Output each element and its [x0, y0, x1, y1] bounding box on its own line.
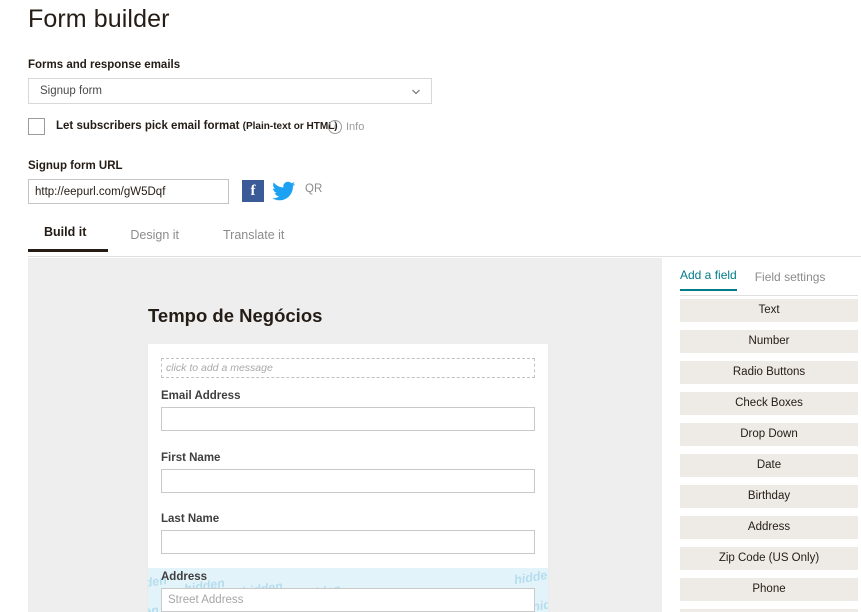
forms-select-value: Signup form	[40, 85, 103, 97]
field-type-birthday[interactable]: Birthday	[680, 485, 858, 508]
forms-select[interactable]: Signup form	[28, 78, 432, 104]
field-type-date[interactable]: Date	[680, 454, 858, 477]
twitter-icon[interactable]	[272, 179, 296, 203]
sidebar-tabs-divider	[680, 295, 858, 296]
signup-url-label: Signup form URL	[28, 160, 123, 172]
form-field-email-label: Email Address	[161, 390, 241, 402]
form-field-last-name-input[interactable]	[161, 530, 535, 554]
field-type-list: Text Number Radio Buttons Check Boxes Dr…	[680, 299, 858, 612]
tab-build-it[interactable]: Build it	[28, 225, 109, 252]
form-field-email: Email Address	[161, 390, 535, 431]
sidebar-tab-add-a-field[interactable]: Add a field	[680, 268, 737, 291]
field-type-text[interactable]: Text	[680, 299, 858, 322]
tab-translate-it[interactable]: Translate it	[201, 228, 306, 252]
main-tabs: Build it Design it Translate it	[28, 225, 306, 252]
field-type-address[interactable]: Address	[680, 516, 858, 539]
form-field-first-name-label: First Name	[161, 452, 221, 464]
field-type-phone[interactable]: Phone	[680, 578, 858, 601]
sidebar-tab-field-settings[interactable]: Field settings	[755, 270, 826, 291]
field-type-zip-code[interactable]: Zip Code (US Only)	[680, 547, 858, 570]
form-field-first-name-input[interactable]	[161, 469, 535, 493]
field-type-check-boxes[interactable]: Check Boxes	[680, 392, 858, 415]
form-field-last-name: Last Name	[161, 513, 535, 554]
field-sidebar: Add a field Field settings Text Number R…	[662, 258, 861, 612]
facebook-icon[interactable]: f	[242, 180, 264, 202]
email-format-label: Let subscribers pick email format (Plain…	[56, 120, 338, 132]
form-field-address-label: Address	[161, 571, 208, 583]
page-title: Form builder	[28, 5, 170, 33]
info-circle-icon: i	[328, 120, 342, 134]
signup-url-input[interactable]	[28, 179, 229, 204]
form-message-placeholder[interactable]: click to add a message	[161, 358, 535, 378]
hidden-watermark: hidden	[148, 603, 160, 612]
form-field-email-input[interactable]	[161, 407, 535, 431]
form-preview-panel: Tempo de Negócios click to add a message…	[28, 258, 662, 612]
sidebar-tabs: Add a field Field settings	[680, 268, 825, 291]
form-field-last-name-label: Last Name	[161, 513, 220, 525]
tab-design-it[interactable]: Design it	[108, 228, 201, 252]
form-field-address-input[interactable]	[161, 588, 535, 612]
email-format-checkbox[interactable]	[28, 118, 45, 135]
chevron-down-icon	[412, 88, 420, 96]
email-format-info[interactable]: i Info	[328, 120, 364, 134]
form-preview-title: Tempo de Negócios	[148, 305, 323, 326]
form-field-first-name: First Name	[161, 452, 535, 493]
email-format-label-paren: (Plain-text or HTML)	[242, 121, 338, 132]
field-type-drop-down[interactable]: Drop Down	[680, 423, 858, 446]
tabs-divider	[28, 256, 861, 257]
qr-link[interactable]: QR	[305, 183, 322, 195]
info-label: Info	[346, 121, 365, 133]
field-type-radio-buttons[interactable]: Radio Buttons	[680, 361, 858, 384]
email-format-label-main: Let subscribers pick email format	[56, 120, 240, 132]
field-type-number[interactable]: Number	[680, 330, 858, 353]
form-field-address: Address	[161, 571, 535, 612]
forms-select-label: Forms and response emails	[28, 59, 181, 71]
